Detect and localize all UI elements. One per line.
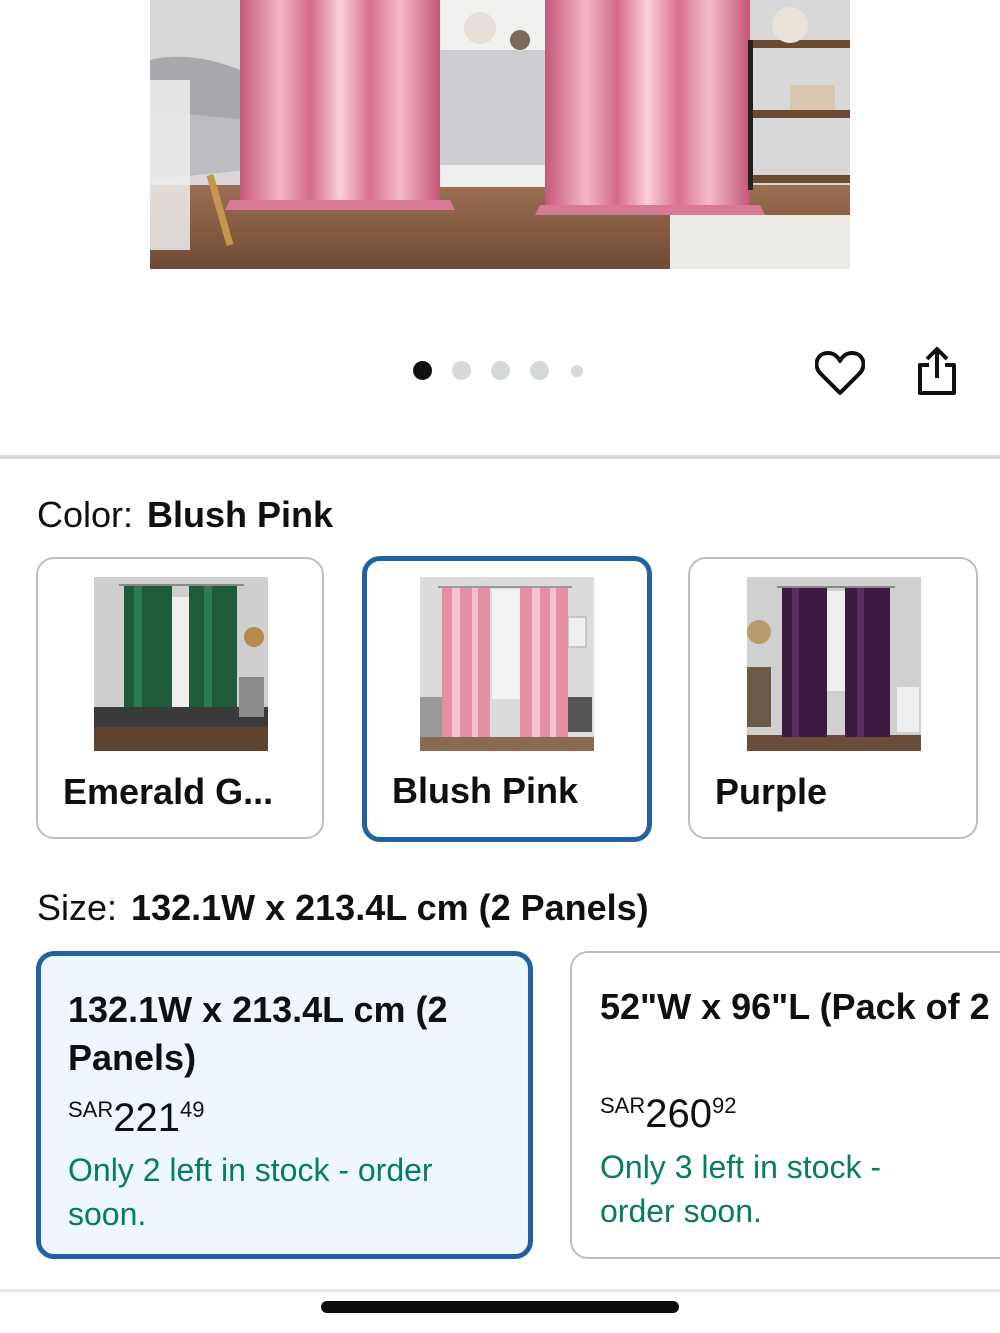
size-selected-value: 132.1W x 213.4L cm (2 Panels): [131, 887, 649, 928]
carousel-dot[interactable]: [571, 365, 583, 377]
carousel-dot-active[interactable]: [413, 361, 432, 380]
stock-status: Only 3 left in stock - order soon.: [600, 1149, 881, 1229]
price-whole: 260: [645, 1092, 712, 1136]
price-fraction: 49: [180, 1097, 205, 1122]
price-currency: SAR: [68, 1097, 114, 1122]
color-selected-value: Blush Pink: [147, 494, 334, 535]
product-image[interactable]: [150, 0, 850, 269]
color-label: Color:: [37, 494, 134, 535]
bottom-divider: [0, 1289, 1000, 1292]
size-option-selected[interactable]: 132.1W x 213.4L cm (2 Panels) SAR22149 O…: [36, 951, 533, 1259]
size-label-row: Size: 132.1W x 213.4L cm (2 Panels): [37, 887, 649, 929]
heart-icon: [815, 351, 865, 395]
stock-status: Only 2 left in stock - order soon.: [68, 1152, 433, 1232]
color-option-label: Purple: [715, 771, 828, 812]
price-currency: SAR: [600, 1093, 646, 1118]
wishlist-button[interactable]: [812, 346, 868, 400]
color-option-thumbnail: [94, 577, 268, 751]
color-option-thumbnail: [420, 577, 594, 751]
share-icon: [918, 347, 956, 395]
size-label: Size:: [37, 887, 118, 928]
color-option-label: Emerald G...: [63, 771, 274, 812]
color-label-row: Color: Blush Pink: [37, 494, 333, 536]
color-option-emerald-green[interactable]: Emerald G...: [36, 557, 324, 839]
section-divider: [0, 455, 1000, 459]
color-option-blush-pink[interactable]: Blush Pink: [362, 556, 652, 842]
home-indicator[interactable]: [321, 1301, 679, 1313]
color-option-thumbnail: [747, 577, 921, 751]
carousel-dot[interactable]: [530, 361, 549, 380]
price-whole: 221: [113, 1096, 180, 1140]
price-fraction: 92: [712, 1093, 737, 1118]
size-option[interactable]: 52"W x 96"L (Pack of 2 SAR26092 Only 3 l…: [570, 951, 1000, 1259]
size-option-title: 132.1W x 213.4L cm (2 Panels): [68, 989, 448, 1078]
share-button[interactable]: [912, 344, 962, 398]
carousel-dot[interactable]: [491, 361, 510, 380]
size-option-price: SAR26092: [600, 1092, 736, 1137]
color-option-label: Blush Pink: [392, 770, 579, 811]
color-option-purple[interactable]: Purple: [688, 557, 978, 839]
product-image-illustration: [150, 0, 850, 269]
size-option-title: 52"W x 96"L (Pack of 2: [600, 986, 990, 1027]
size-option-price: SAR22149: [68, 1096, 204, 1141]
carousel-dot[interactable]: [452, 361, 471, 380]
